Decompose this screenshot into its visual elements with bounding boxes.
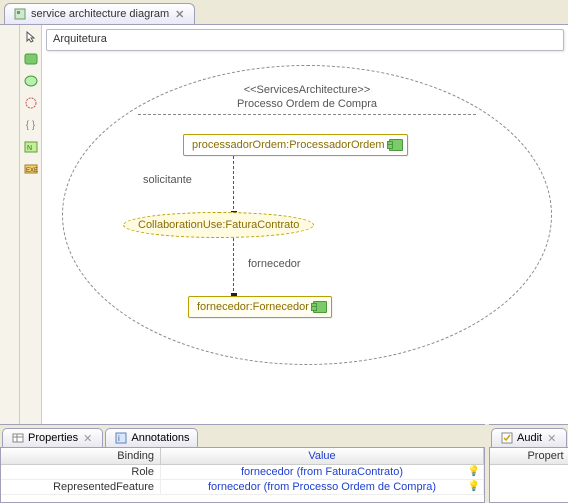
table-header: Propert <box>490 448 568 465</box>
editor-content: { } N EXE Arquitetura <<ServicesArchitec… <box>0 24 568 424</box>
properties-tabbar: Properties ✕ i Annotations <box>0 425 485 447</box>
lightbulb-icon[interactable]: 💡 <box>468 481 480 492</box>
component-icon <box>389 139 403 151</box>
editor-tab-title: service architecture diagram <box>31 8 169 20</box>
col-header-binding[interactable]: Binding <box>1 448 161 464</box>
annotations-icon: i <box>114 431 128 445</box>
col-header-property[interactable]: Propert <box>490 448 568 464</box>
diagram-canvas[interactable]: Arquitetura <<ServicesArchitecture>> Pro… <box>42 25 568 424</box>
node-processador[interactable]: processadorOrdem:ProcessadorOrdem <box>183 134 408 156</box>
architecture-name: Processo Ordem de Compra <box>63 98 551 110</box>
tab-annotations[interactable]: i Annotations <box>105 428 198 447</box>
diagram-area: <<ServicesArchitecture>> Processo Ordem … <box>42 55 568 424</box>
table-row[interactable]: RepresentedFeature fornecedor (from Proc… <box>1 480 484 495</box>
connector-solicitante[interactable] <box>233 156 234 214</box>
table-row[interactable]: Role fornecedor (from FaturaContrato) 💡 <box>1 465 484 480</box>
connector-fornecedor[interactable] <box>233 238 234 296</box>
audit-panel: Audit ✕ F Propert <box>489 424 568 503</box>
palette-toolbar: { } N EXE <box>20 25 42 424</box>
stereotype-label: <<ServicesArchitecture>> <box>63 84 551 96</box>
tool-green-icon[interactable] <box>23 51 39 67</box>
edge-label-solicitante: solicitante <box>143 174 192 186</box>
component-icon <box>313 301 327 313</box>
node-fornecedor[interactable]: fornecedor:Fornecedor <box>188 296 332 318</box>
properties-icon <box>11 431 25 445</box>
cell-value-text: fornecedor (from FaturaContrato) <box>241 466 403 478</box>
editor-tab-bar: service architecture diagram ✕ <box>0 0 568 24</box>
editor-tab[interactable]: service architecture diagram ✕ <box>4 3 195 24</box>
ellipse-divider <box>138 114 476 115</box>
tab-properties[interactable]: Properties ✕ <box>2 428 103 447</box>
node-collaboration[interactable]: CollaborationUse:FaturaContrato <box>123 212 314 238</box>
cell-binding: RepresentedFeature <box>1 480 161 494</box>
cell-value-text: fornecedor (from Processo Ordem de Compr… <box>208 481 436 493</box>
tool-red-circle-icon[interactable] <box>23 95 39 111</box>
tool-note-icon[interactable]: N <box>23 139 39 155</box>
properties-panel: Properties ✕ i Annotations Binding Value… <box>0 424 485 503</box>
table-header: Binding Value <box>1 448 484 465</box>
tab-properties-label: Properties <box>28 432 78 444</box>
properties-table: Binding Value Role fornecedor (from Fatu… <box>0 447 485 503</box>
tool-oval-icon[interactable] <box>23 73 39 89</box>
audit-tabbar: Audit ✕ F <box>489 425 568 447</box>
tool-exec-icon[interactable]: EXE <box>23 161 39 177</box>
left-gutter <box>0 25 20 424</box>
node-processador-label: processadorOrdem:ProcessadorOrdem <box>192 139 385 151</box>
cell-binding: Role <box>1 465 161 479</box>
edge-label-fornecedor: fornecedor <box>248 258 301 270</box>
svg-text:EXE: EXE <box>26 168 38 174</box>
tool-braces-icon[interactable]: { } <box>23 117 39 133</box>
close-icon[interactable]: ✕ <box>81 432 94 445</box>
diagram-icon <box>13 7 27 21</box>
audit-table: Propert <box>489 447 568 503</box>
bottom-panels: Properties ✕ i Annotations Binding Value… <box>0 424 568 503</box>
node-collaboration-label: CollaborationUse:FaturaContrato <box>138 219 299 231</box>
breadcrumb-text: Arquitetura <box>53 33 107 45</box>
cell-value: fornecedor (from Processo Ordem de Compr… <box>161 480 484 494</box>
tab-annotations-label: Annotations <box>131 432 189 444</box>
node-fornecedor-label: fornecedor:Fornecedor <box>197 301 309 313</box>
architecture-ellipse[interactable]: <<ServicesArchitecture>> Processo Ordem … <box>62 65 552 365</box>
svg-text:N: N <box>27 145 32 152</box>
pointer-tool-icon[interactable] <box>23 29 39 45</box>
tab-audit[interactable]: Audit ✕ <box>491 428 567 447</box>
svg-text:i: i <box>118 434 120 443</box>
audit-icon <box>500 431 514 445</box>
breadcrumb[interactable]: Arquitetura <box>46 29 564 51</box>
close-icon[interactable]: ✕ <box>545 432 558 445</box>
cell-value: fornecedor (from FaturaContrato) 💡 <box>161 465 484 479</box>
table-body: Role fornecedor (from FaturaContrato) 💡 … <box>1 465 484 495</box>
col-header-value[interactable]: Value <box>161 448 484 464</box>
close-icon[interactable]: ✕ <box>173 8 186 21</box>
tab-audit-label: Audit <box>517 432 542 444</box>
lightbulb-icon[interactable]: 💡 <box>468 466 480 477</box>
